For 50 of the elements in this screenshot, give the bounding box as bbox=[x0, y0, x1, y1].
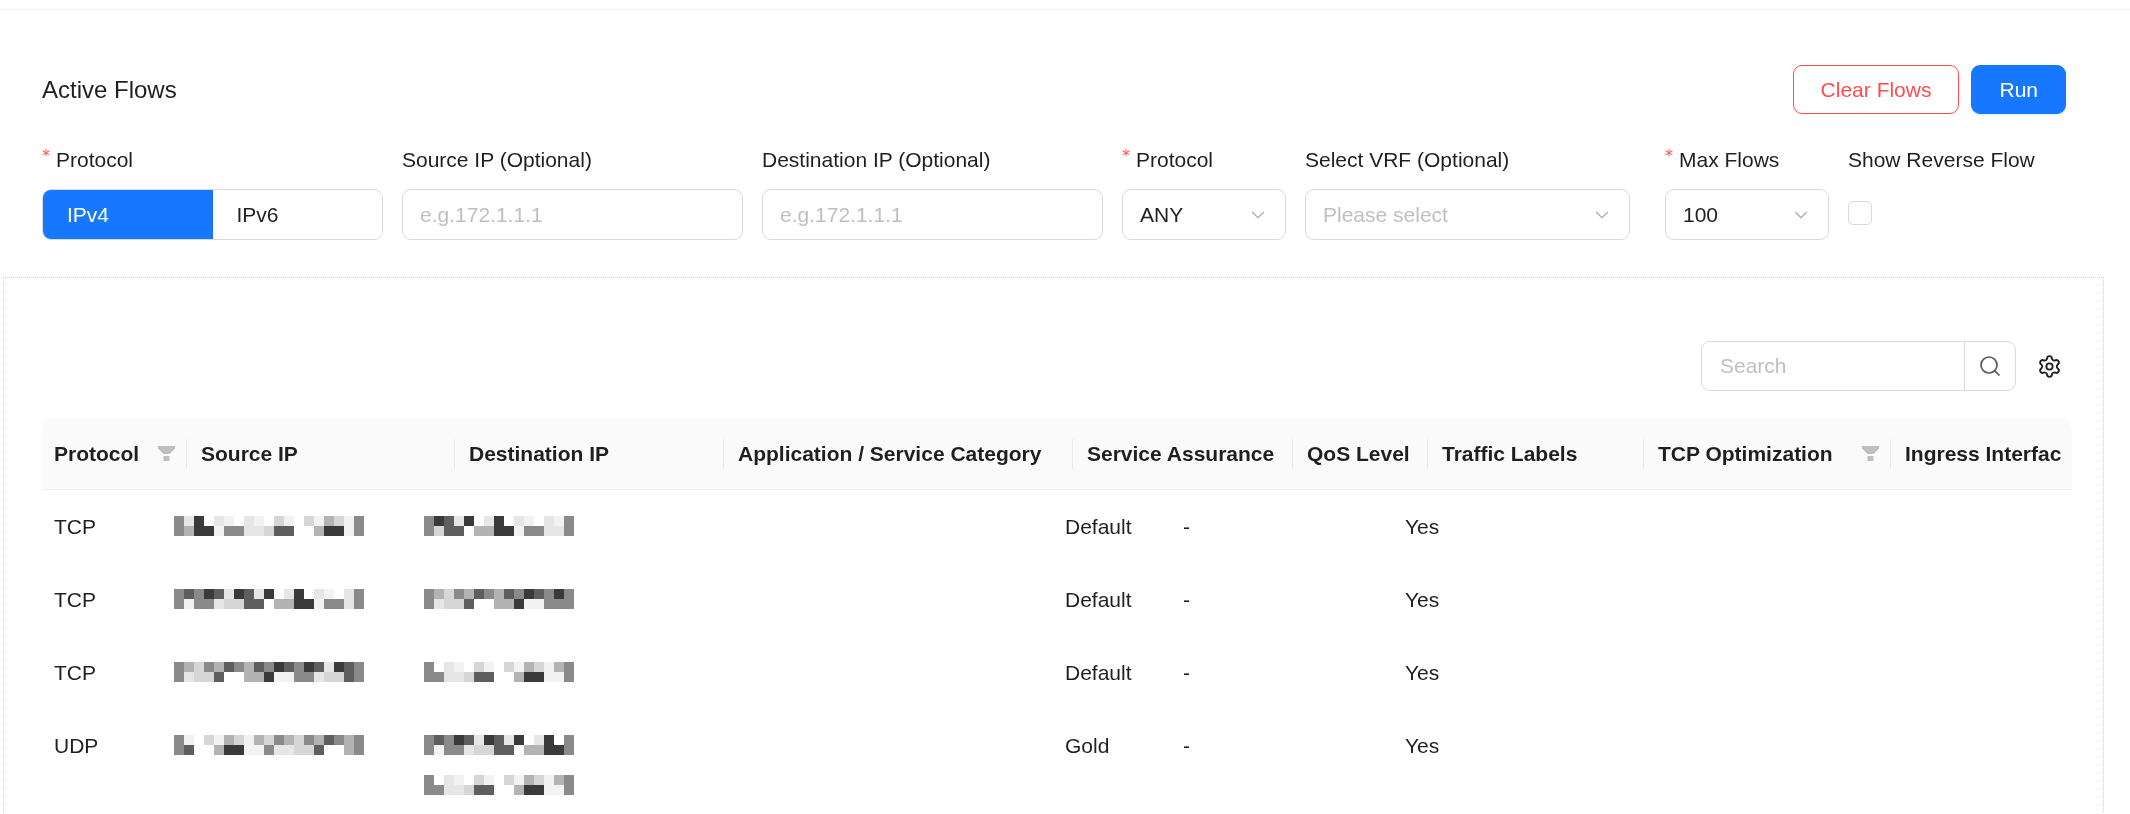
column-header: Application / Service Category bbox=[738, 441, 1042, 466]
table-cell-text: Yes bbox=[1405, 733, 1440, 759]
field-label: Protocol bbox=[1136, 147, 1214, 173]
column-header: TCP Optimization bbox=[1658, 441, 1833, 466]
table-cell-text: Default bbox=[1065, 514, 1132, 540]
column-header: Service Assurance bbox=[1087, 441, 1275, 466]
table-cell-text: Yes bbox=[1405, 514, 1440, 540]
required-mark: * bbox=[42, 148, 50, 164]
search-icon bbox=[1978, 354, 2002, 378]
column-header: Ingress Interfac bbox=[1905, 441, 2062, 466]
table-cell-text: Default bbox=[1065, 660, 1132, 686]
field-label: Destination IP (Optional) bbox=[762, 147, 991, 173]
table-cell-text: - bbox=[1183, 514, 1190, 540]
page-title: Active Flows bbox=[42, 74, 177, 105]
field-label: Source IP (Optional) bbox=[402, 147, 592, 173]
table-cell-text: - bbox=[1183, 587, 1190, 613]
search-field[interactable]: Search bbox=[1701, 341, 1965, 391]
column-header: Source IP bbox=[201, 441, 298, 466]
field-label: Select VRF (Optional) bbox=[1305, 147, 1510, 173]
table-cell-text: TCP bbox=[54, 587, 96, 613]
segment-option[interactable]: IPv4 bbox=[43, 190, 213, 239]
select-field[interactable]: ANY bbox=[1122, 189, 1286, 240]
table-cell-text: Default bbox=[1065, 587, 1132, 613]
table-cell-text: - bbox=[1183, 733, 1190, 759]
run-button[interactable]: Run bbox=[1971, 65, 2066, 114]
table-cell-text: Gold bbox=[1065, 733, 1110, 759]
table-cell-text: TCP bbox=[54, 514, 96, 540]
required-mark: * bbox=[1665, 148, 1673, 164]
required-mark: * bbox=[1122, 148, 1130, 164]
column-header: Protocol bbox=[54, 441, 140, 466]
search-button[interactable] bbox=[1964, 341, 2016, 391]
field-label: Max Flows bbox=[1679, 147, 1780, 173]
filter-icon[interactable] bbox=[1862, 446, 1879, 461]
select-field[interactable]: 100 bbox=[1665, 189, 1829, 240]
input-field[interactable]: e.g.172.1.1.1 bbox=[762, 189, 1103, 240]
field-label: Protocol bbox=[56, 147, 134, 173]
table-cell-text: Yes bbox=[1405, 587, 1440, 613]
table-cell-text: UDP bbox=[54, 733, 99, 759]
column-header: Traffic Labels bbox=[1442, 441, 1578, 466]
segmented-control[interactable]: IPv4 IPv6 bbox=[42, 189, 383, 240]
settings-icon[interactable] bbox=[2037, 353, 2062, 379]
table-cell-text: - bbox=[1183, 660, 1190, 686]
checkbox[interactable] bbox=[1848, 201, 1872, 225]
column-header: Destination IP bbox=[469, 441, 610, 466]
table-cell-text: Yes bbox=[1405, 660, 1440, 686]
filter-icon[interactable] bbox=[158, 446, 175, 461]
table-cell-text: TCP bbox=[54, 660, 96, 686]
field-label: Show Reverse Flow bbox=[1848, 147, 2035, 173]
column-header: QoS Level bbox=[1307, 441, 1410, 466]
input-field[interactable]: e.g.172.1.1.1 bbox=[402, 189, 743, 240]
